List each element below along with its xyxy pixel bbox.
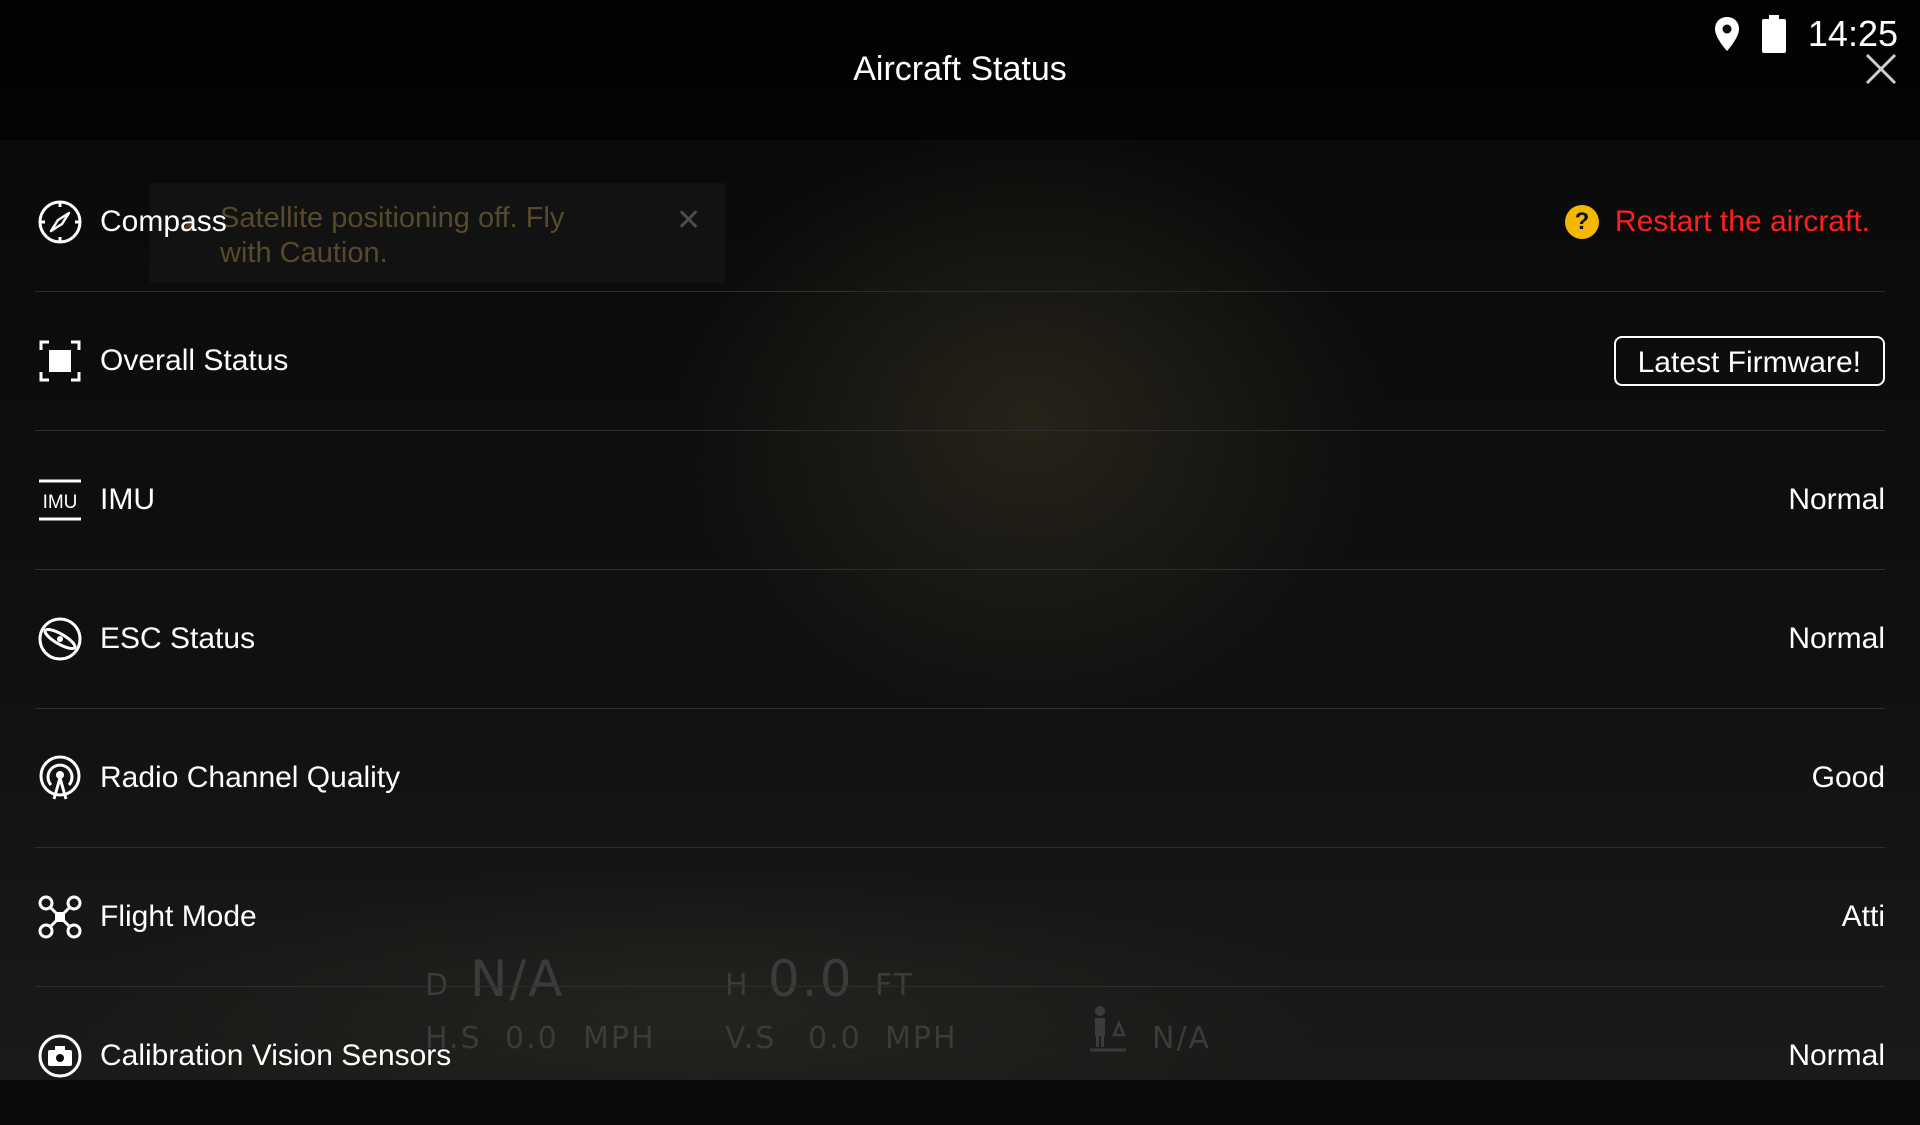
- row-label: Radio Channel Quality: [100, 761, 401, 794]
- status-row-compass: Compass ? Restart the aircraft.: [35, 153, 1885, 292]
- row-label: Flight Mode: [100, 900, 257, 933]
- status-row-esc: ESC Status Normal: [35, 570, 1885, 709]
- row-value: Normal: [1788, 483, 1885, 516]
- row-value: Atti: [1841, 900, 1885, 933]
- help-icon: ?: [1564, 205, 1599, 239]
- row-label: Overall Status: [100, 344, 289, 377]
- row-label: Calibration Vision Sensors: [100, 1039, 452, 1072]
- alert-text: Restart the aircraft.: [1614, 205, 1870, 238]
- compass-alert[interactable]: ? Restart the aircraft.: [1564, 205, 1870, 239]
- clock: 14:25: [1807, 13, 1898, 54]
- row-label: Compass: [100, 205, 227, 238]
- radio-icon: [39, 755, 81, 800]
- row-label: ESC Status: [100, 622, 256, 655]
- camera-icon: [38, 1034, 82, 1078]
- latest-firmware-button[interactable]: Latest Firmware!: [1613, 336, 1885, 386]
- drone-icon: [38, 895, 82, 939]
- compass-icon: [38, 200, 82, 244]
- page-title: Aircraft Status: [853, 50, 1067, 88]
- status-row-overall: Overall Status Latest Firmware!: [35, 292, 1885, 431]
- battery-icon: [1761, 15, 1786, 53]
- location-icon: [1714, 17, 1739, 51]
- row-label: IMU: [100, 483, 155, 516]
- status-row-flight-mode: Flight Mode Atti: [35, 848, 1885, 987]
- overall-status-icon: [39, 340, 81, 382]
- svg-text:IMU: IMU: [43, 492, 78, 513]
- imu-icon: IMU: [39, 479, 81, 521]
- row-value: Good: [1811, 761, 1885, 794]
- esc-icon: [38, 617, 82, 661]
- status-row-vision-sensors: Calibration Vision Sensors Normal: [35, 987, 1885, 1125]
- status-row-imu: IMU IMU Normal: [35, 431, 1885, 570]
- status-bar: 14:25: [1714, 13, 1898, 54]
- row-value: Normal: [1788, 622, 1885, 655]
- row-value: Normal: [1788, 1039, 1885, 1072]
- status-row-radio: Radio Channel Quality Good: [35, 709, 1885, 848]
- close-icon[interactable]: [1864, 52, 1898, 86]
